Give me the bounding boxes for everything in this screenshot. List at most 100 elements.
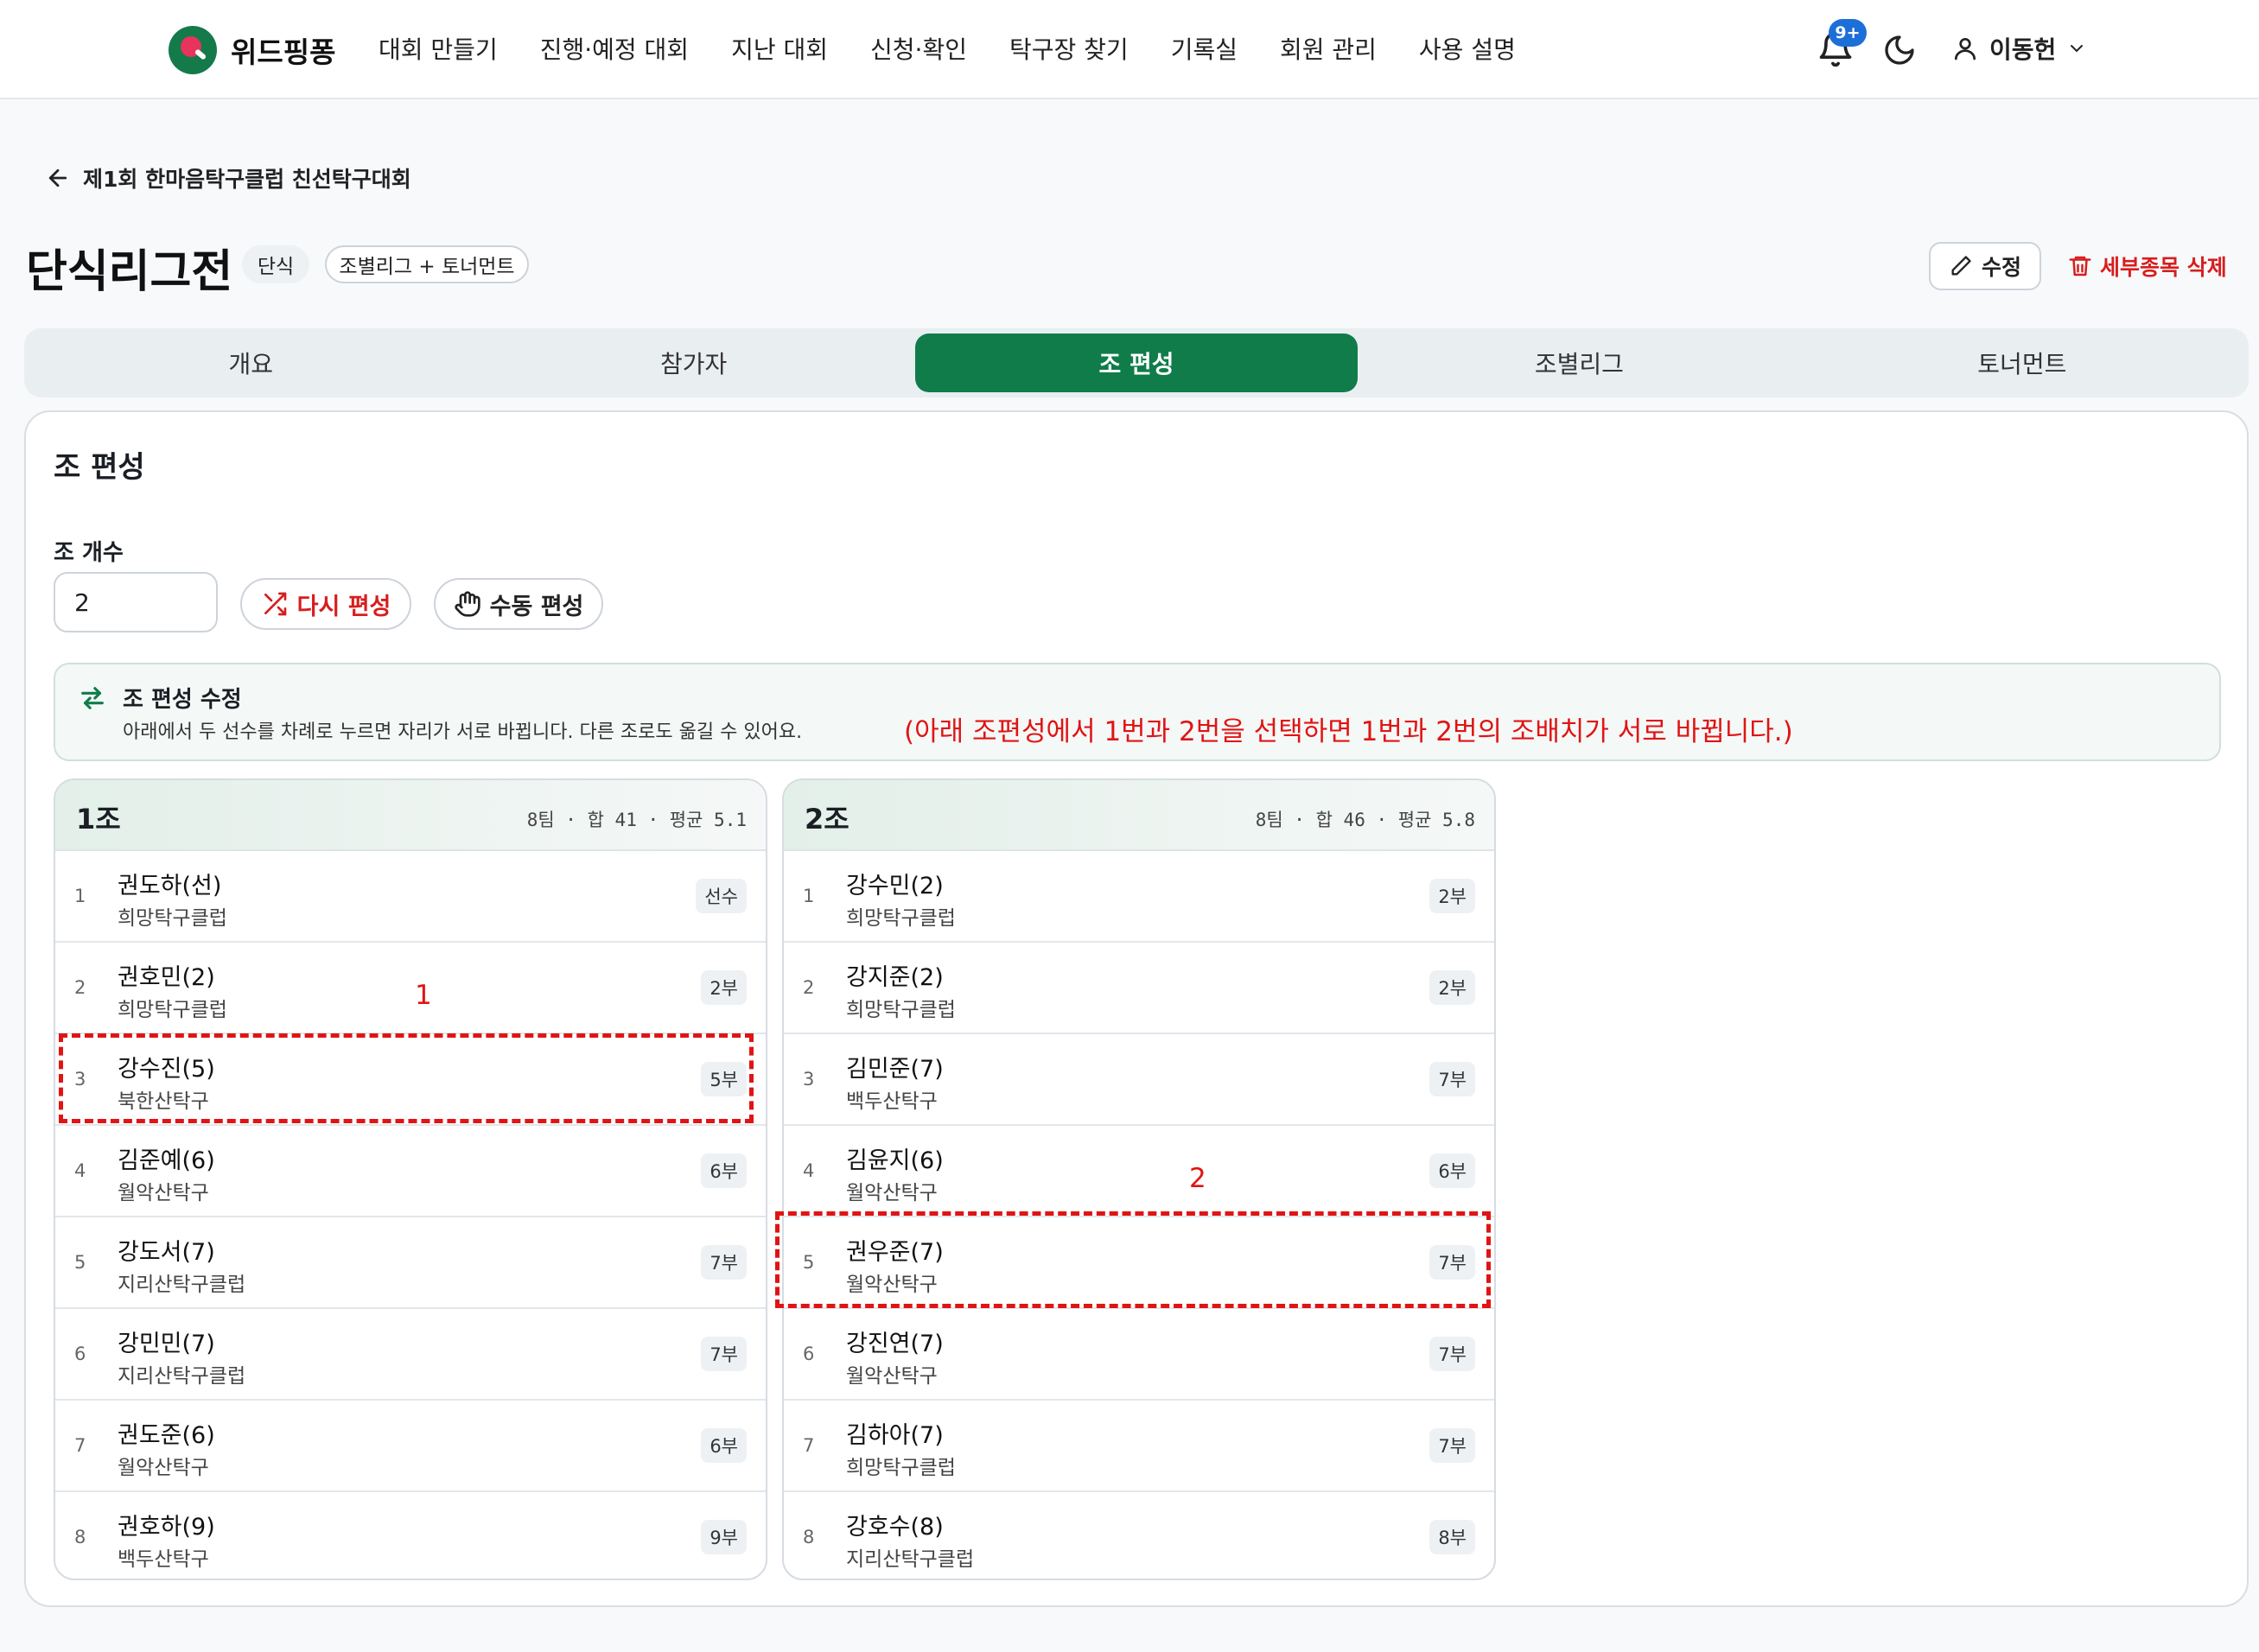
player-row[interactable]: 6 강민민(7) 지리산탁구클럽 7부	[55, 1309, 766, 1401]
grade-badge: 2부	[1429, 970, 1475, 1005]
group-header: 2조 8팀 · 합 46 · 평균 5.8	[784, 780, 1494, 851]
logo[interactable]: 위드핑퐁	[169, 26, 335, 74]
player-name: 권도하(선)	[118, 873, 222, 899]
player-row[interactable]: 8 권호하(9) 백두산탁구 9부	[55, 1492, 766, 1579]
player-row[interactable]: 4 김준예(6) 월악산탁구 6부	[55, 1126, 766, 1217]
grade-badge: 9부	[701, 1520, 747, 1554]
section-title: 조 편성	[54, 450, 145, 485]
arrow-left-icon	[48, 168, 67, 187]
notification-badge: 9+	[1829, 19, 1867, 47]
player-row[interactable]: 8 강호수(8) 지리산탁구클럽 8부	[784, 1492, 1494, 1579]
delete-event-label: 세부종목 삭제	[2100, 255, 2227, 280]
page-title: 단식리그전	[26, 246, 233, 298]
player-name: 강민민(7)	[118, 1331, 215, 1357]
grade-badge: 2부	[701, 970, 747, 1005]
group-header: 1조 8팀 · 합 41 · 평균 5.1	[55, 780, 766, 851]
tab-participants[interactable]: 참가자	[472, 334, 914, 392]
player-no: 8	[803, 1527, 815, 1547]
annotation-note: (아래 조편성에서 1번과 2번을 선택하면 1번과 2번의 조배치가 서로 바…	[904, 716, 1793, 747]
player-row[interactable]: 6 강진연(7) 월악산탁구 7부	[784, 1309, 1494, 1401]
delete-event-button[interactable]: 세부종목 삭제	[2067, 242, 2227, 290]
nav-item-records[interactable]: 기록실	[1171, 31, 1238, 66]
top-navigation-bar: 위드핑퐁 대회 만들기 진행·예정 대회 지난 대회 신청·확인 탁구장 찾기 …	[0, 0, 2259, 99]
group-count-input[interactable]: 2	[54, 572, 218, 632]
hand-icon	[454, 591, 480, 617]
grade-badge: 2부	[1429, 879, 1475, 913]
grade-badge: 6부	[701, 1428, 747, 1463]
grade-badge: 7부	[1429, 1062, 1475, 1096]
manual-grouping-button[interactable]: 수동 편성	[434, 578, 603, 630]
grade-badge: 6부	[701, 1153, 747, 1188]
nav-item-members[interactable]: 회원 관리	[1280, 31, 1377, 66]
group-name: 1조	[76, 803, 121, 836]
nav-item-find-venue[interactable]: 탁구장 찾기	[1009, 31, 1129, 66]
player-no: 6	[74, 1344, 86, 1364]
player-no: 3	[74, 1069, 86, 1090]
tab-tournament[interactable]: 토너먼트	[1801, 334, 2243, 392]
user-menu[interactable]: 이동헌	[1951, 31, 2087, 66]
player-club: 북한산탁구	[118, 1090, 209, 1113]
player-row[interactable]: 1 강수민(2) 희망탁구클럽 2부	[784, 851, 1494, 943]
nav-item-guide[interactable]: 사용 설명	[1419, 31, 1516, 66]
player-no: 5	[803, 1252, 815, 1273]
player-no: 3	[803, 1069, 815, 1090]
player-name: 강수민(2)	[846, 873, 944, 899]
player-row[interactable]: 5 권우준(7) 월악산탁구 7부	[784, 1217, 1494, 1309]
player-no: 6	[803, 1344, 815, 1364]
player-no: 1	[74, 886, 86, 906]
nav-item-create[interactable]: 대회 만들기	[379, 31, 498, 66]
player-club: 백두산탁구	[846, 1090, 938, 1113]
group-panel-2: 2조 8팀 · 합 46 · 평균 5.8 1 강수민(2) 희망탁구클럽 2부 2 강…	[782, 778, 1496, 1580]
grade-badge: 6부	[1429, 1153, 1475, 1188]
moon-icon[interactable]	[1882, 33, 1917, 67]
tab-overview[interactable]: 개요	[29, 334, 472, 392]
player-row[interactable]: 4 김윤지(6) 월악산탁구 6부	[784, 1126, 1494, 1217]
player-row[interactable]: 2 권호민(2) 희망탁구클럽 2부	[55, 943, 766, 1034]
back-link[interactable]: 제1회 한마음탁구클럽 친선탁구대회	[45, 162, 411, 194]
player-row[interactable]: 7 김하아(7) 희망탁구클럽 7부	[784, 1401, 1494, 1492]
player-name: 권호하(9)	[118, 1514, 215, 1541]
back-link-label: 제1회 한마음탁구클럽 친선탁구대회	[83, 167, 411, 192]
group-name: 2조	[805, 803, 850, 836]
player-name: 강도서(7)	[118, 1239, 215, 1266]
grade-badge: 8부	[1429, 1520, 1475, 1554]
player-row[interactable]: 3 강수진(5) 북한산탁구 5부	[55, 1034, 766, 1126]
player-club: 월악산탁구	[846, 1274, 938, 1296]
user-name: 이동헌	[1989, 35, 2057, 64]
player-name: 김민준(7)	[846, 1056, 944, 1083]
player-club: 월악산탁구	[118, 1457, 209, 1479]
player-club: 월악산탁구	[846, 1182, 938, 1204]
nav-item-ongoing[interactable]: 진행·예정 대회	[540, 31, 689, 66]
player-club: 희망탁구클럽	[118, 907, 227, 930]
player-no: 1	[803, 886, 815, 906]
player-name: 강호수(8)	[846, 1514, 944, 1541]
player-no: 7	[803, 1435, 815, 1456]
player-row[interactable]: 5 강도서(7) 지리산탁구클럽 7부	[55, 1217, 766, 1309]
tab-group-league[interactable]: 조별리그	[1358, 334, 1800, 392]
player-name: 강진연(7)	[846, 1331, 944, 1357]
grade-badge: 7부	[701, 1337, 747, 1371]
player-row[interactable]: 2 강지준(2) 희망탁구클럽 2부	[784, 943, 1494, 1034]
player-name: 강수진(5)	[118, 1056, 215, 1083]
tab-grouping[interactable]: 조 편성	[914, 334, 1359, 392]
ping-pong-logo-icon	[169, 26, 217, 74]
grade-badge: 5부	[701, 1062, 747, 1096]
nav-item-apply[interactable]: 신청·확인	[870, 31, 967, 66]
trash-icon	[2069, 256, 2091, 276]
player-name: 권호민(2)	[118, 964, 215, 991]
player-name: 김하아(7)	[846, 1422, 944, 1449]
edit-button[interactable]: 수정	[1929, 242, 2041, 290]
player-no: 4	[74, 1160, 86, 1181]
edit-button-label: 수정	[1981, 255, 2021, 280]
player-row[interactable]: 1 권도하(선) 희망탁구클럽 선수	[55, 851, 766, 943]
player-club: 희망탁구클럽	[846, 999, 956, 1021]
player-row[interactable]: 3 김민준(7) 백두산탁구 7부	[784, 1034, 1494, 1126]
tab-bar: 개요 참가자 조 편성 조별리그 토너먼트	[24, 328, 2249, 397]
grade-badge: 7부	[1429, 1337, 1475, 1371]
nav-item-past[interactable]: 지난 대회	[731, 31, 828, 66]
reshuffle-button[interactable]: 다시 편성	[240, 578, 411, 630]
player-no: 8	[74, 1527, 86, 1547]
player-club: 백두산탁구	[118, 1548, 209, 1571]
player-row[interactable]: 7 권도준(6) 월악산탁구 6부	[55, 1401, 766, 1492]
main-nav: 대회 만들기 진행·예정 대회 지난 대회 신청·확인 탁구장 찾기 기록실 회…	[379, 31, 1558, 66]
